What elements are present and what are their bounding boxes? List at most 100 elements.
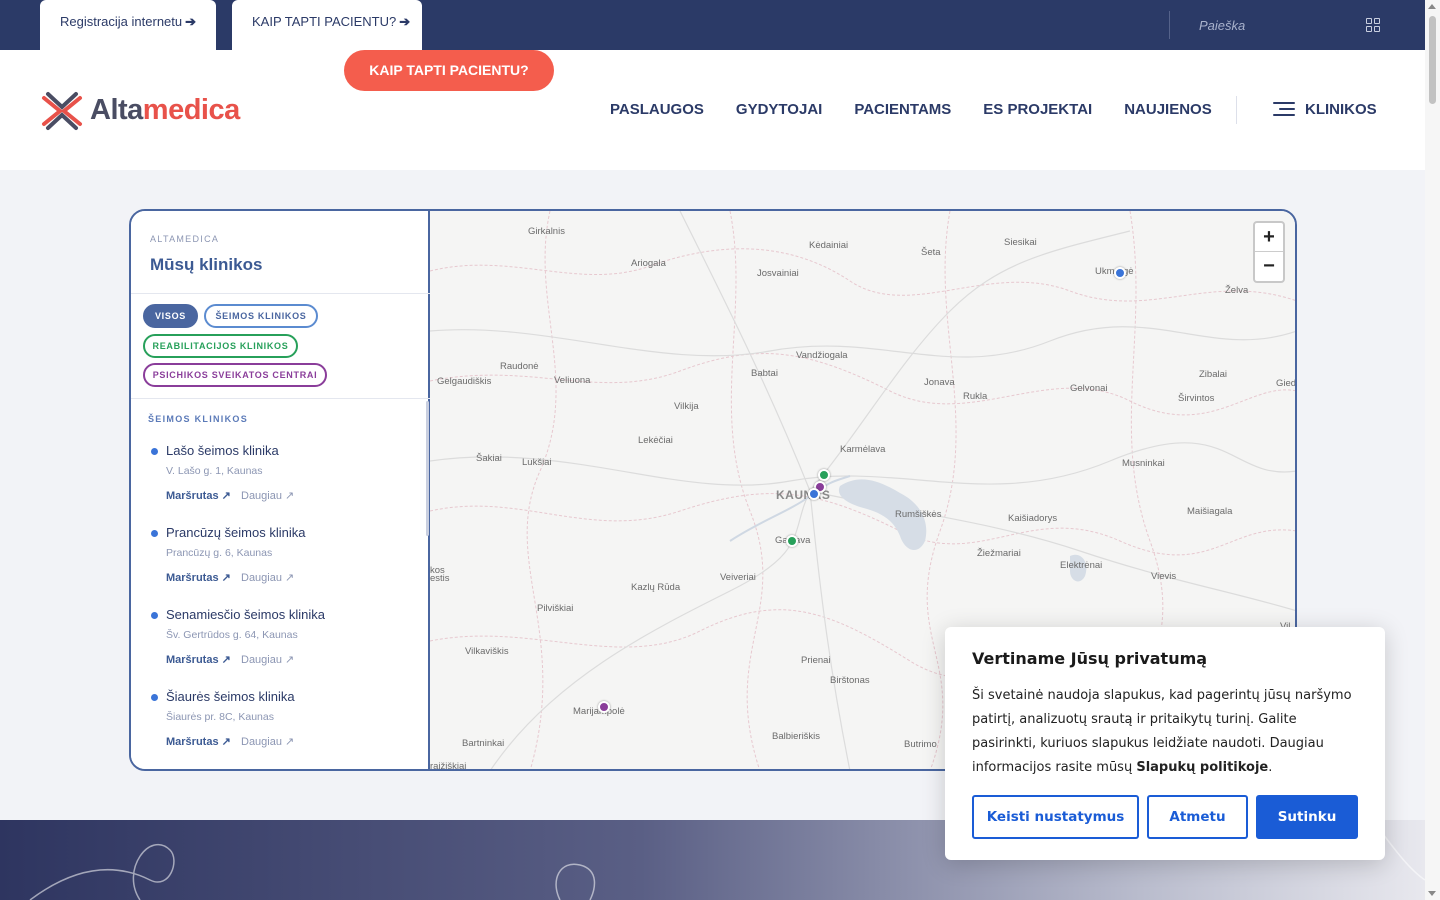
nav-item-news[interactable]: NAUJIENOS xyxy=(1124,101,1212,118)
map-label: Vievis xyxy=(1151,571,1177,582)
map-label: raižiškiai xyxy=(430,761,467,771)
map-label: Veiveriai xyxy=(720,572,756,583)
page-scrollbar[interactable] xyxy=(1425,0,1440,900)
altamedica-logo[interactable]: Altamedica xyxy=(40,90,240,132)
clinic-address: Šiaurės pr. 8C, Kaunas xyxy=(166,711,274,723)
nav-item-patients[interactable]: PACIENTAMS xyxy=(854,101,951,118)
search-input[interactable]: Paieška xyxy=(1199,18,1245,33)
map-label: Kaišiadorys xyxy=(1008,513,1058,524)
cookie-reject-button[interactable]: Atmetu xyxy=(1147,795,1248,839)
more-link[interactable]: Daugiau ↗ xyxy=(241,735,294,748)
more-link[interactable]: Daugiau ↗ xyxy=(241,571,294,584)
map-label: Birštonas xyxy=(830,675,870,686)
map-zoom-control: + − xyxy=(1253,221,1285,283)
map-label: Vandžiogala xyxy=(796,350,848,361)
map-label: Elektrėnai xyxy=(1060,560,1103,571)
map-label: Girkalnis xyxy=(528,226,565,237)
site-header: Altamedica KAIP TAPTI PACIENTU? PASLAUGO… xyxy=(0,50,1425,170)
more-link[interactable]: Daugiau ↗ xyxy=(241,489,294,502)
zoom-in-button[interactable]: + xyxy=(1255,223,1283,252)
clinic-name[interactable]: Šiaurės šeimos klinika xyxy=(166,689,295,704)
clinic-address: Prancūzų g. 6, Kaunas xyxy=(166,547,273,559)
arrow-right-icon: ➔ xyxy=(185,14,197,29)
clinic-item: Prancūzų šeimos klinika Prancūzų g. 6, K… xyxy=(151,525,421,595)
clinics-list-panel: ALTAMEDICA Mūsų klinikos VISOS ŠEIMOS KL… xyxy=(131,211,430,769)
become-patient-button[interactable]: KAIP TAPTI PACIENTU? xyxy=(344,50,554,91)
map-label: Musninkai xyxy=(1122,458,1165,469)
map-label: Želva xyxy=(1225,285,1249,296)
clinics-menu-label: KLINIKOS xyxy=(1305,101,1377,118)
top-bar: Registracija internetu ➔ KAIP TAPTI PACIE… xyxy=(0,0,1425,50)
map-label: Gelgaudiškis xyxy=(437,376,492,387)
nav-item-doctors[interactable]: GYDYTOJAI xyxy=(736,101,822,118)
map-label: Rukla xyxy=(963,391,988,402)
map-label: Gied xyxy=(1276,378,1297,389)
map-label: Kėdainiai xyxy=(809,240,849,251)
map-label: Josvainiai xyxy=(757,268,799,279)
route-link[interactable]: Maršrutas ↗ xyxy=(166,571,231,584)
become-patient-label: KAIP TAPTI PACIENTU? xyxy=(252,14,397,29)
clinic-marker-rehab[interactable] xyxy=(818,469,830,481)
more-link[interactable]: Daugiau ↗ xyxy=(241,653,294,666)
clinic-name[interactable]: Prancūzų šeimos klinika xyxy=(166,525,305,540)
map-label: Pilviškiai xyxy=(537,603,574,614)
logo-wordmark: Altamedica xyxy=(90,94,240,126)
clinic-dot-icon xyxy=(151,612,158,619)
clinic-marker-mental[interactable] xyxy=(598,701,610,713)
map-label: Vilkija xyxy=(674,401,699,412)
zoom-out-button[interactable]: − xyxy=(1255,252,1283,281)
cookie-consent-dialog: Vertiname Jūsų privatumą Ši svetainė nau… xyxy=(945,627,1385,860)
map-label: estis xyxy=(430,573,450,584)
section-label: ŠEIMOS KLINIKOS xyxy=(148,414,249,424)
arrow-right-icon: ➔ xyxy=(399,14,411,29)
cookie-title: Vertiname Jūsų privatumą xyxy=(972,649,1208,668)
map-label: Maišiagala xyxy=(1187,506,1233,517)
divider xyxy=(131,293,430,294)
map-label: Žiežmariai xyxy=(977,548,1021,559)
map-label: Butrimo xyxy=(904,739,937,750)
map-label: Raudonė xyxy=(500,361,539,372)
scrollbar-thumb[interactable] xyxy=(1429,16,1436,104)
clinic-dot-icon xyxy=(151,530,158,537)
route-link[interactable]: Maršrutas ↗ xyxy=(166,735,231,748)
list-scrollbar[interactable] xyxy=(426,401,429,536)
map-label: Šakiai xyxy=(476,453,502,464)
nav-item-eu-projects[interactable]: ES PROJEKTAI xyxy=(983,101,1092,118)
map-label: Karmėlava xyxy=(840,444,886,455)
clinic-marker-family[interactable] xyxy=(808,488,820,500)
cookie-policy-link[interactable]: Slapukų politikoje xyxy=(1136,760,1268,775)
nav-divider xyxy=(1236,96,1237,124)
map-label: Rumšiškės xyxy=(895,509,942,520)
map-label: Ariogala xyxy=(631,258,666,269)
panel-eyebrow: ALTAMEDICA xyxy=(150,234,220,244)
online-registration-tab[interactable]: Registracija internetu ➔ xyxy=(40,0,216,50)
map-label: Siesikai xyxy=(1004,237,1037,248)
map-label: Vilkaviškis xyxy=(465,646,509,657)
clinic-name[interactable]: Lašo šeimos klinika xyxy=(166,443,279,458)
map-label: Bartninkai xyxy=(462,738,505,749)
clinic-dot-icon xyxy=(151,448,158,455)
map-label: Prienai xyxy=(801,655,831,666)
clinic-dot-icon xyxy=(151,694,158,701)
route-link[interactable]: Maršrutas ↗ xyxy=(166,489,231,502)
filter-family-chip[interactable]: ŠEIMOS KLINIKOS xyxy=(204,304,318,328)
filter-all-chip[interactable]: VISOS xyxy=(143,304,198,328)
scroll-up-arrow-icon[interactable] xyxy=(1428,4,1436,9)
clinic-marker-family[interactable] xyxy=(1114,267,1126,279)
nav-item-services[interactable]: PASLAUGOS xyxy=(610,101,704,118)
cookie-settings-button[interactable]: Keisti nustatymus xyxy=(972,795,1139,839)
filter-mental-chip[interactable]: PSICHIKOS SVEIKATOS CENTRAI xyxy=(143,363,327,387)
menu-icon xyxy=(1273,102,1295,116)
clinic-marker-rehab[interactable] xyxy=(786,535,798,547)
clinics-menu-button[interactable]: KLINIKOS xyxy=(1273,101,1377,118)
apps-grid-icon[interactable] xyxy=(1366,18,1381,33)
clinic-name[interactable]: Senamiesčio šeimos klinika xyxy=(166,607,325,622)
filter-rehab-chip[interactable]: REABILITACIJOS KLINIKOS xyxy=(143,334,298,358)
scroll-down-arrow-icon[interactable] xyxy=(1428,891,1436,896)
become-patient-tab[interactable]: KAIP TAPTI PACIENTU? ➔ xyxy=(232,0,422,50)
map-label: Gelvonai xyxy=(1070,383,1108,394)
top-divider xyxy=(1169,11,1170,39)
cookie-accept-button[interactable]: Sutinku xyxy=(1256,795,1358,839)
divider xyxy=(131,398,430,399)
route-link[interactable]: Maršrutas ↗ xyxy=(166,653,231,666)
